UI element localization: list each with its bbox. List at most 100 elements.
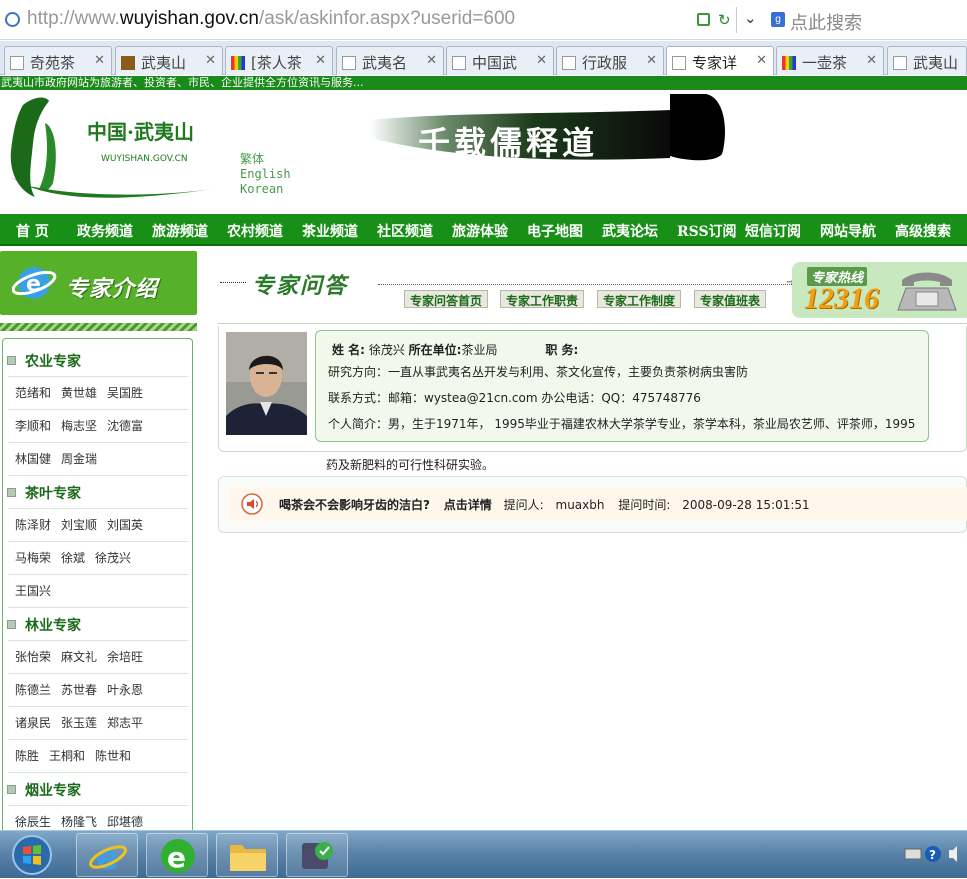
position-label: 职 务: <box>545 343 579 357</box>
expert-link[interactable]: 杨隆飞 <box>61 815 97 829</box>
search-input[interactable]: 点此搜索 <box>790 9 862 35</box>
page-icon <box>5 12 20 27</box>
nav-item-10[interactable]: RSS订阅 <box>677 221 737 241</box>
expert-link[interactable]: 郑志平 <box>107 716 143 730</box>
tab-7[interactable]: 专家详 ✕ <box>666 46 774 75</box>
divider <box>8 541 188 542</box>
nav-item-11[interactable]: 短信订阅 <box>745 221 801 241</box>
close-icon[interactable]: ✕ <box>756 53 767 68</box>
tab-9[interactable]: 武夷山 <box>887 46 967 75</box>
question-title-link[interactable]: 喝茶会不会影响牙齿的洁白? <box>279 498 430 512</box>
qa-home-button[interactable]: 专家问答首页 <box>404 290 489 308</box>
volume-icon[interactable] <box>949 846 957 862</box>
nav-item-8[interactable]: 电子地图 <box>527 221 583 241</box>
expert-link[interactable]: 马梅荣 <box>15 551 51 565</box>
expert-link[interactable]: 陈德兰 <box>15 683 51 697</box>
url-field[interactable]: http://www.wuyishan.gov.cn/ask/askinfor.… <box>27 8 515 30</box>
expert-link[interactable]: 麻文礼 <box>61 650 97 664</box>
keyboard-icon[interactable] <box>904 848 922 860</box>
nav-item-12[interactable]: 网站导航 <box>820 221 876 241</box>
tab-4[interactable]: 武夷名 ✕ <box>336 46 444 75</box>
expert-link[interactable]: 王国兴 <box>15 584 51 598</box>
question-list: 喝茶会不会影响牙齿的洁白? 点击详情 提问人: muaxbh 提问时间: 200… <box>218 476 967 533</box>
tab-8[interactable]: 一壶茶 ✕ <box>776 46 884 75</box>
tab-2[interactable]: 武夷山 ✕ <box>115 46 223 75</box>
expert-link[interactable]: 诸泉民 <box>15 716 51 730</box>
expert-link[interactable]: 刘宝顺 <box>61 518 97 532</box>
expert-link[interactable]: 李顺和 <box>15 419 51 433</box>
help-icon[interactable]: ? <box>925 846 941 862</box>
tab-6[interactable]: 行政服 ✕ <box>556 46 664 75</box>
nav-item-9[interactable]: 武夷论坛 <box>602 221 658 241</box>
expert-link[interactable]: 刘国英 <box>107 518 143 532</box>
lang-english-link[interactable]: English <box>240 167 291 182</box>
search-engine-icon[interactable]: g <box>771 12 785 27</box>
refresh-icon[interactable]: ↻ <box>718 11 731 29</box>
nav-item-4[interactable]: 农村频道 <box>227 221 283 241</box>
expert-link[interactable]: 王桐和 <box>49 749 85 763</box>
app-icon <box>302 842 333 869</box>
nav-item-7[interactable]: 旅游体验 <box>452 221 508 241</box>
divider <box>8 376 188 377</box>
expert-link[interactable]: 周金瑞 <box>61 452 97 466</box>
nav-item-1[interactable]: 首 页 <box>16 221 49 241</box>
compat-view-icon[interactable] <box>697 13 710 26</box>
colorful-icon <box>231 56 245 70</box>
expert-link[interactable]: 邱堪德 <box>107 815 143 829</box>
close-icon[interactable]: ✕ <box>536 53 547 68</box>
close-icon[interactable]: ✕ <box>866 53 877 68</box>
tab-3[interactable]: [茶人茶 ✕ <box>225 46 333 75</box>
expert-link[interactable]: 陈世和 <box>95 749 131 763</box>
nav-item-6[interactable]: 社区频道 <box>377 221 433 241</box>
chevron-down-icon[interactable]: ⌄ <box>744 9 757 27</box>
expert-link[interactable]: 叶永恩 <box>107 683 143 697</box>
category-heading: 烟业专家 <box>7 780 81 800</box>
page-icon <box>562 56 576 70</box>
nav-item-3[interactable]: 旅游频道 <box>152 221 208 241</box>
question-time: 2008-09-28 15:01:51 <box>682 498 810 512</box>
tab-1[interactable]: 奇苑茶 ✕ <box>4 46 112 75</box>
qa-schedule-button[interactable]: 专家值班表 <box>694 290 767 308</box>
expert-link[interactable]: 陈胜 <box>15 749 39 763</box>
question-detail-link[interactable]: 点击详情 <box>444 498 492 512</box>
bullet-icon <box>7 488 16 497</box>
expert-link[interactable]: 吴国胜 <box>107 386 143 400</box>
expert-link[interactable]: 范绪和 <box>15 386 51 400</box>
qa-rules-button[interactable]: 专家工作制度 <box>597 290 682 308</box>
expert-link[interactable]: 徐斌 <box>61 551 85 565</box>
taskbar-ie[interactable]: e <box>76 833 138 877</box>
category-name: 烟业专家 <box>25 783 81 799</box>
green-e-icon: e <box>161 839 195 874</box>
nav-item-5[interactable]: 茶业频道 <box>302 221 358 241</box>
close-icon[interactable]: ✕ <box>94 53 105 68</box>
expert-link[interactable]: 徐辰生 <box>15 815 51 829</box>
expert-link[interactable]: 余培旺 <box>107 650 143 664</box>
site-logo[interactable]: 中国·武夷山 WUYISHAN.GOV.CN <box>5 93 218 203</box>
expert-link[interactable]: 林国健 <box>15 452 51 466</box>
close-icon[interactable]: ✕ <box>205 53 216 68</box>
qa-duties-button[interactable]: 专家工作职责 <box>500 290 585 308</box>
taskbar-explorer[interactable] <box>216 833 278 877</box>
close-icon[interactable]: ✕ <box>646 53 657 68</box>
hotline-number: 12316 <box>804 282 879 315</box>
expert-link[interactable]: 张玉莲 <box>61 716 97 730</box>
tab-5[interactable]: 中国武 ✕ <box>446 46 554 75</box>
close-icon[interactable]: ✕ <box>426 53 437 68</box>
expert-link[interactable]: 苏世春 <box>61 683 97 697</box>
expert-link[interactable]: 张怡荣 <box>15 650 51 664</box>
taskbar-browser[interactable]: e <box>146 833 208 877</box>
nav-item-2[interactable]: 政务频道 <box>77 221 133 241</box>
expert-link[interactable]: 徐茂兴 <box>95 551 131 565</box>
start-button[interactable] <box>5 833 59 877</box>
expert-link[interactable]: 黄世雄 <box>61 386 97 400</box>
globe-e-icon: e <box>12 267 57 299</box>
expert-link[interactable]: 梅志坚 <box>61 419 97 433</box>
lang-traditional-link[interactable]: 繁体 <box>240 152 291 167</box>
svg-text:e: e <box>26 272 41 297</box>
expert-link[interactable]: 沈德富 <box>107 419 143 433</box>
nav-item-13[interactable]: 高级搜索 <box>895 221 951 241</box>
close-icon[interactable]: ✕ <box>315 53 326 68</box>
taskbar-app[interactable] <box>286 833 348 877</box>
lang-korean-link[interactable]: Korean <box>240 182 291 197</box>
expert-link[interactable]: 陈泽财 <box>15 518 51 532</box>
